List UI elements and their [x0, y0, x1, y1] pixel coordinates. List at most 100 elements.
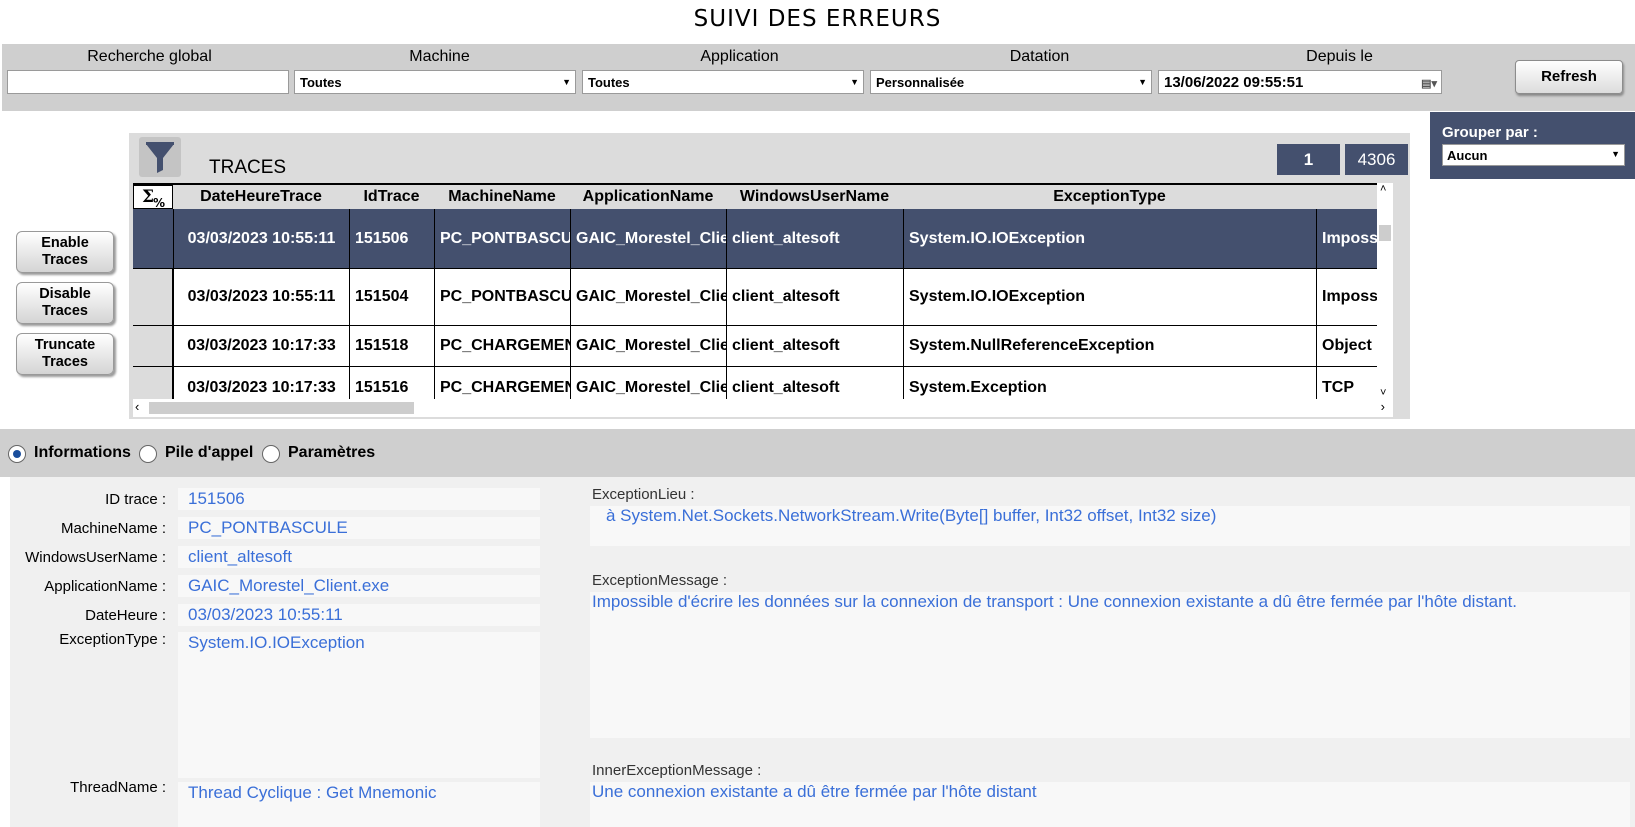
page-counter: 1 [1277, 144, 1340, 175]
application-name-label: ApplicationName : [44, 578, 166, 595]
column-header[interactable]: MachineName [434, 185, 570, 209]
column-header[interactable]: ApplicationName [570, 185, 726, 209]
cell-exception: System.Exception [903, 367, 1316, 399]
exception-lieu-label: ExceptionLieu : [592, 486, 695, 503]
disable-traces-button[interactable]: Disable Traces [16, 282, 114, 324]
enable-traces-button[interactable]: Enable Traces [16, 231, 114, 273]
cell-app: GAIC_Morestel_Client.exe [570, 269, 726, 325]
filter-bar: Recherche global Machine Toutes ▼ Applic… [2, 44, 1635, 111]
group-by-value: Aucun [1447, 148, 1488, 163]
cell-id: 151516 [349, 367, 434, 399]
cell-app: GAIC_Morestel_Client.exe [570, 326, 726, 366]
cell-date: 03/03/2023 10:17:33 [173, 367, 349, 399]
table-row[interactable]: 03/03/2023 10:55:11 151506 PC_PONTBASCUL… [133, 209, 1393, 269]
tab-pile-radio[interactable] [139, 445, 157, 463]
date-heure-value: 03/03/2023 10:55:11 [178, 604, 540, 626]
datation-select-value: Personnalisée [876, 75, 965, 90]
traces-table: Σ% DateHeureTrace IdTrace MachineName Ap… [133, 183, 1393, 399]
depuis-value: 13/06/2022 09:55:51 [1164, 74, 1304, 91]
cell-id: 151518 [349, 326, 434, 366]
depuis-datetime-input[interactable]: 13/06/2022 09:55:51 ▤▾ [1158, 70, 1442, 94]
truncate-traces-button[interactable]: Truncate Traces [16, 333, 114, 375]
column-header[interactable]: WindowsUserName [726, 185, 903, 209]
datation-label: Datation [1009, 48, 1070, 65]
page-title: SUIVI DES ERREURS [693, 6, 942, 32]
tab-parametres-radio[interactable] [262, 445, 280, 463]
date-heure-label: DateHeure : [85, 607, 166, 624]
cell-date: 03/03/2023 10:17:33 [173, 326, 349, 366]
cell-date: 03/03/2023 10:55:11 [173, 269, 349, 325]
chevron-down-icon[interactable]: ▼ [850, 77, 859, 87]
cell-date: 03/03/2023 10:55:11 [173, 209, 349, 268]
machine-select[interactable]: Toutes ▼ [294, 70, 576, 94]
thread-name-label: ThreadName : [70, 779, 166, 796]
tab-parametres[interactable]: Paramètres [288, 444, 375, 462]
exception-message-label: ExceptionMessage : [592, 572, 728, 589]
global-search-input[interactable] [7, 70, 289, 94]
refresh-button[interactable]: Refresh [1515, 60, 1623, 94]
machine-name-label: MachineName : [60, 520, 166, 537]
chevron-down-icon[interactable]: ▼ [1611, 149, 1620, 159]
cell-app: GAIC_Morestel_Client.exe [570, 209, 726, 268]
total-counter: 4306 [1345, 144, 1408, 175]
calendar-icon[interactable]: ▤▾ [1421, 77, 1437, 90]
table-row[interactable]: 03/03/2023 10:17:33 151516 PC_CHARGEMENT… [133, 367, 1393, 399]
sum-percent-icon[interactable]: Σ% [133, 185, 173, 209]
vertical-scrollbar[interactable]: ˄ ˅ [1377, 183, 1393, 399]
global-search-label: Recherche global [87, 48, 212, 65]
cell-id: 151506 [349, 209, 434, 268]
scroll-thumb[interactable] [1379, 225, 1391, 241]
horizontal-scrollbar[interactable]: ‹ › [133, 399, 1393, 417]
group-by-select[interactable]: Aucun ▼ [1442, 144, 1625, 166]
detail-tabs: Informations Pile d'appel Paramètres [0, 429, 1635, 477]
column-header[interactable]: DateHeureTrace [173, 185, 349, 209]
windows-user-value: client_altesoft [178, 546, 540, 568]
chevron-down-icon[interactable]: ▼ [562, 77, 571, 87]
exception-type-value: System.IO.IOException [178, 632, 540, 778]
cell-user: client_altesoft [726, 326, 903, 366]
column-header[interactable]: ExceptionType [903, 185, 1316, 209]
cell-machine: PC_PONTBASCULE [434, 269, 570, 325]
table-header: Σ% DateHeureTrace IdTrace MachineName Ap… [133, 183, 1393, 209]
cell-machine: PC_CHARGEMENT [434, 367, 570, 399]
tab-pile-appel[interactable]: Pile d'appel [165, 444, 253, 462]
id-trace-value: 151506 [178, 488, 540, 510]
group-by-panel: Grouper par : Aucun ▼ [1430, 112, 1635, 179]
svg-text:%: % [153, 196, 165, 208]
inner-exception-label: InnerExceptionMessage : [592, 762, 762, 779]
chevron-up-icon[interactable]: ˄ [1380, 183, 1386, 195]
traces-panel: TRACES 1 4306 Σ% DateHeureTrace IdTrace … [129, 133, 1410, 419]
table-row[interactable]: 03/03/2023 10:17:33 151518 PC_CHARGEMENT… [133, 326, 1393, 367]
application-name-value: GAIC_Morestel_Client.exe [178, 575, 540, 597]
chevron-down-icon[interactable]: ▼ [1138, 77, 1147, 87]
windows-user-label: WindowsUserName : [25, 549, 166, 566]
machine-name-value: PC_PONTBASCULE [178, 517, 540, 539]
cell-user: client_altesoft [726, 269, 903, 325]
tab-informations[interactable]: Informations [34, 444, 131, 462]
filter-icon[interactable] [139, 137, 181, 177]
id-trace-label: ID trace : [105, 491, 166, 508]
datation-select[interactable]: Personnalisée ▼ [870, 70, 1152, 94]
cell-machine: PC_CHARGEMENT [434, 326, 570, 366]
group-by-label: Grouper par : [1442, 124, 1538, 141]
cell-app: GAIC_Morestel_Client.exe [570, 367, 726, 399]
cell-exception: System.IO.IOException [903, 269, 1316, 325]
tab-informations-radio[interactable] [8, 445, 26, 463]
application-select[interactable]: Toutes ▼ [582, 70, 864, 94]
traces-title: TRACES [209, 157, 287, 178]
table-row[interactable]: 03/03/2023 10:55:11 151504 PC_PONTBASCUL… [133, 269, 1393, 326]
machine-label: Machine [409, 48, 470, 65]
column-header[interactable]: IdTrace [349, 185, 434, 209]
inner-exception-value: Une connexion existante a dû être fermée… [590, 782, 1630, 827]
scroll-thumb[interactable] [149, 402, 414, 414]
cell-exception: System.NullReferenceException [903, 326, 1316, 366]
cell-id: 151504 [349, 269, 434, 325]
chevron-right-icon[interactable]: › [1381, 399, 1385, 414]
chevron-down-icon[interactable]: ˅ [1380, 387, 1386, 399]
exception-type-label: ExceptionType : [59, 631, 166, 648]
exception-lieu-value: à System.Net.Sockets.NetworkStream.Write… [590, 506, 1630, 546]
cell-machine: PC_PONTBASCULE [434, 209, 570, 268]
chevron-left-icon[interactable]: ‹ [135, 399, 139, 414]
cell-exception: System.IO.IOException [903, 209, 1316, 268]
application-label: Application [700, 48, 779, 65]
